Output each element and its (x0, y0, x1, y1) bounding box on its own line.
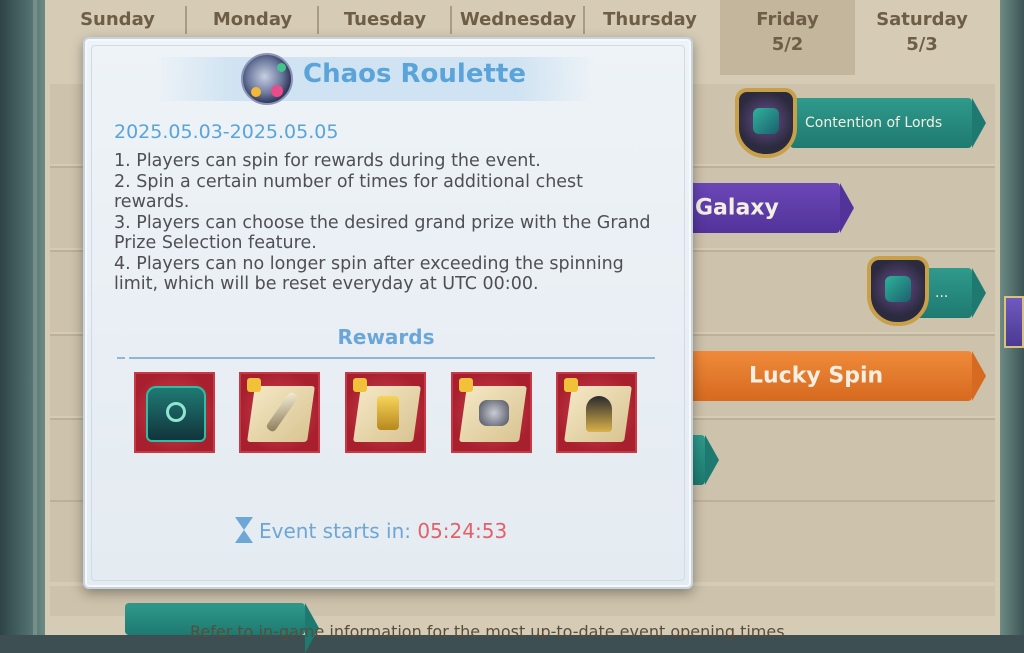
puzzle-piece-icon (247, 378, 261, 392)
rewards-heading: Rewards (337, 325, 435, 349)
event-label: Contention of Lords (805, 115, 943, 131)
day-name: Tuesday (343, 9, 427, 30)
stone-fragment-icon (479, 400, 509, 426)
divider-dash (117, 357, 125, 359)
popup-title: Chaos Roulette (303, 59, 526, 89)
left-frame-border (0, 0, 45, 635)
roulette-shield-icon (867, 256, 929, 326)
countdown-label: Event starts in: (259, 519, 411, 543)
day-name: Thursday (603, 9, 697, 30)
day-separator (450, 6, 452, 34)
rule-item: 1. Players can spin for rewards during t… (114, 151, 541, 171)
game-screen: Sunday Monday Tuesday Wednesday Thursday… (0, 0, 1024, 653)
event-banner-contention-of-lords[interactable]: Contention of Lords (790, 98, 986, 148)
reward-slot[interactable] (345, 372, 426, 453)
day-name: Sunday (80, 9, 155, 30)
day-name: Monday (212, 9, 293, 30)
reward-slot[interactable] (451, 372, 532, 453)
day-separator (185, 6, 187, 34)
puzzle-piece-icon (353, 378, 367, 392)
side-scroll-tab[interactable] (1004, 296, 1024, 348)
day-header-friday: Friday 5/2 (720, 0, 855, 75)
event-banner-lucky-spin[interactable]: Lucky Spin (645, 351, 986, 401)
teal-chest-icon (146, 386, 206, 442)
day-separator (317, 6, 319, 34)
reward-slot[interactable] (134, 372, 215, 453)
reward-slot[interactable] (556, 372, 637, 453)
puzzle-piece-icon (564, 378, 578, 392)
horned-helmet-fragment-icon (586, 396, 612, 432)
event-label: Galaxy (695, 195, 779, 221)
day-name: Wednesday (459, 9, 577, 30)
countdown-value: 05:24:53 (417, 519, 508, 543)
day-date: 5/2 (771, 34, 804, 55)
event-rules-list: 1. Players can spin for rewards during t… (114, 151, 654, 295)
rule-item: 2. Spin a certain number of times for ad… (114, 171, 584, 213)
day-name: Saturday (876, 9, 968, 30)
puzzle-piece-icon (459, 378, 473, 392)
contention-shield-icon (735, 88, 797, 158)
roulette-wheel-icon (241, 53, 293, 105)
event-label: Lucky Spin (749, 363, 884, 389)
calendar-footer-note: Refer to in-game information for the mos… (190, 622, 790, 641)
hourglass-icon (235, 517, 253, 543)
day-header-saturday: Saturday 5/3 (857, 0, 987, 75)
reward-slot[interactable] (239, 372, 320, 453)
event-label: ... (935, 285, 949, 301)
event-countdown: Event starts in: 05:24:53 (235, 517, 507, 543)
event-detail-popup: Chaos Roulette 2025.05.03-2025.05.05 1. … (83, 37, 693, 589)
event-dates: 2025.05.03-2025.05.05 (114, 121, 339, 143)
rule-item: 3. Players can choose the desired grand … (114, 212, 651, 254)
day-date: 5/3 (906, 34, 938, 55)
day-name: Friday (756, 9, 819, 30)
rule-item: 4. Players can no longer spin after exce… (114, 253, 624, 295)
rewards-divider (129, 357, 655, 359)
golden-blade-fragment-icon (377, 396, 399, 430)
